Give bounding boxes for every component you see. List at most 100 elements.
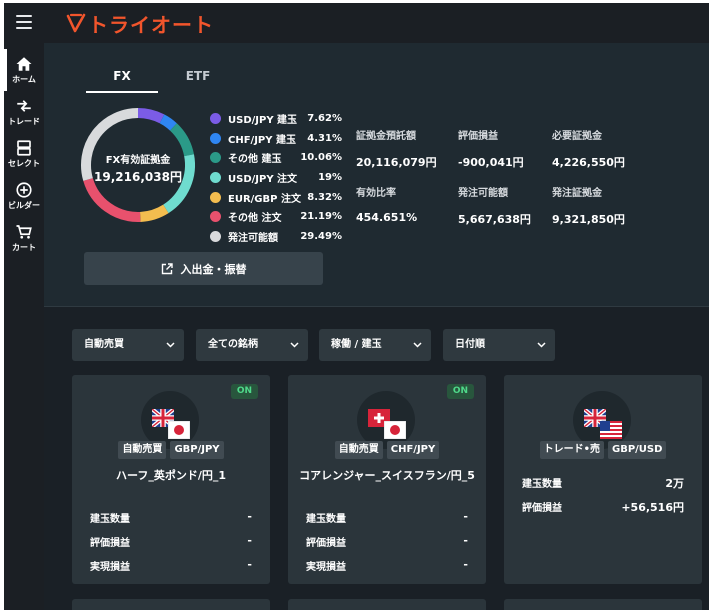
- stat-label: 有効比率: [356, 188, 396, 199]
- legend-dot: [210, 230, 221, 242]
- currency-pair-tag: GBP/JPY: [170, 441, 224, 459]
- row-value: -: [247, 534, 252, 547]
- row-value: -: [463, 510, 468, 523]
- row-value: -: [463, 558, 468, 571]
- stat-value: 4,226,550円: [552, 156, 625, 169]
- status-badge: ON: [446, 384, 474, 399]
- filter-label: 日付順: [455, 339, 485, 350]
- unrealized-pl-row: 評価損益 -: [306, 534, 468, 549]
- sidebar-item-cart[interactable]: カート: [4, 217, 44, 259]
- cart-icon: [16, 225, 32, 239]
- deposit-transfer-button[interactable]: 入出金・振替: [84, 252, 323, 285]
- legend-percent: 19%: [318, 172, 342, 184]
- legend-item: EUR/GBP 注文 8.32%: [210, 187, 342, 207]
- sidebar-item-label: ホーム: [12, 75, 36, 84]
- strategy-card[interactable]: ON 自動売買 GBP/JPY ハーフ_英ポンド/円_1 建玉数量 - 評価損益 -…: [72, 375, 270, 584]
- tab-fx[interactable]: FX: [86, 59, 158, 93]
- legend-dot: [210, 211, 221, 223]
- donut-legend: USD/JPY 建玉 7.62% CHF/JPY 建玉 4.31% その他 建玉 10…: [210, 109, 342, 246]
- row-label: 建玉数量: [522, 479, 562, 490]
- realized-pl-row: 実現損益 -: [90, 558, 252, 573]
- legend-percent: 4.31%: [307, 132, 342, 144]
- realized-pl-row: 実現損益 -: [306, 558, 468, 573]
- filter-sort[interactable]: 日付順: [443, 329, 555, 361]
- strategy-card-partial[interactable]: [288, 599, 486, 610]
- hamburger-menu-icon[interactable]: [16, 15, 32, 29]
- filter-trade-type[interactable]: 自動売買: [72, 329, 184, 361]
- plus-circle-icon: [16, 182, 32, 198]
- donut-center: FX有効証拠金 19,216,038円: [78, 151, 198, 185]
- sidebar-item-builder[interactable]: ビルダー: [4, 175, 44, 217]
- strategy-card-partial[interactable]: [72, 599, 270, 610]
- stat-label: 必要証拠金: [552, 131, 602, 142]
- chevron-down-icon: [537, 342, 546, 348]
- row-label: 建玉数量: [90, 514, 130, 525]
- trade-type-tag: トレード•売: [539, 441, 604, 459]
- legend-dot: [210, 172, 221, 184]
- donut-value: 19,216,038円: [94, 170, 182, 184]
- stat-value: 20,116,079円: [356, 156, 437, 169]
- sidebar-item-label: ビルダー: [8, 201, 40, 210]
- card-tags: 自動売買 CHF/JPY: [288, 441, 486, 459]
- japan-flag-icon: [168, 421, 190, 439]
- legend-item: CHF/JPY 建玉 4.31%: [210, 129, 342, 149]
- app-window: トライオート ホーム トレード セレクト ビルダー カート FX ETF FX有…: [4, 3, 709, 610]
- stat-deposit: 証拠金預託額 20,116,079円: [356, 127, 466, 170]
- donut-segment-1: [159, 114, 177, 131]
- japan-flag-icon: [384, 421, 406, 439]
- top-bar: トライオート: [4, 3, 709, 43]
- sidebar-item-label: セレクト: [8, 159, 40, 168]
- asset-summary-panel: FX ETF FX有効証拠金 19,216,038円 USD/JPY 建玉 7.6…: [44, 43, 709, 307]
- logo[interactable]: トライオート: [66, 11, 214, 37]
- row-label: 評価損益: [90, 538, 130, 549]
- strategy-card[interactable]: ON 自動売買 CHF/JPY コアレンジャー_スイスフラン/円_5 建玉数量 -…: [288, 375, 486, 584]
- legend-dot: [210, 113, 221, 125]
- stat-value: 9,321,850円: [552, 213, 625, 226]
- row-label: 評価損益: [306, 538, 346, 549]
- stat-label: 証拠金預託額: [356, 131, 416, 142]
- home-icon: [16, 57, 32, 71]
- trade-type-tag: 自動売買: [118, 441, 167, 459]
- legend-name: USD/JPY 建玉: [228, 115, 298, 127]
- position-qty-row: 建玉数量 -: [90, 510, 252, 525]
- row-label: 評価損益: [522, 503, 562, 514]
- donut-segment-5: [83, 177, 141, 222]
- stat-effective-ratio: 有効比率 454.651%: [356, 184, 466, 224]
- legend-name: その他 注文: [228, 213, 282, 225]
- chevron-down-icon: [290, 342, 299, 348]
- tab-etf[interactable]: ETF: [162, 59, 234, 93]
- strategy-card-partial[interactable]: [504, 599, 702, 610]
- card-tags: 自動売買 GBP/JPY: [72, 441, 270, 459]
- legend-name: その他 建玉: [228, 154, 282, 166]
- stat-required-margin: 必要証拠金 4,226,550円: [552, 127, 662, 170]
- filter-label: 全ての銘柄: [208, 339, 258, 350]
- legend-name: USD/JPY 注文: [228, 174, 298, 186]
- deposit-button-label: 入出金・振替: [180, 262, 247, 276]
- trade-arrows-icon: [17, 100, 31, 112]
- legend-name: CHF/JPY 建玉: [228, 134, 296, 146]
- filter-symbol[interactable]: 全ての銘柄: [196, 329, 308, 361]
- row-value: -: [463, 534, 468, 547]
- filter-label: 自動売買: [84, 339, 124, 350]
- legend-percent: 8.32%: [307, 191, 342, 203]
- sidebar-item-trade[interactable]: トレード: [4, 91, 44, 133]
- filter-label: 稼働 / 建玉: [331, 339, 382, 350]
- legend-percent: 7.62%: [307, 113, 342, 125]
- legend-percent: 21.19%: [300, 211, 342, 223]
- currency-pair-tag: CHF/JPY: [386, 441, 440, 459]
- filter-status[interactable]: 稼働 / 建玉: [319, 329, 431, 361]
- card-tags: トレード•売 GBP/USD: [504, 441, 702, 459]
- us-flag-icon: [600, 421, 622, 439]
- legend-item: 発注可能額 29.49%: [210, 227, 342, 247]
- trade-card[interactable]: トレード•売 GBP/USD 建玉数量 2万 評価損益 +56,516円: [504, 375, 702, 584]
- sidebar-item-select[interactable]: セレクト: [4, 133, 44, 175]
- legend-item: その他 建玉 10.06%: [210, 148, 342, 168]
- sidebar-item-label: カート: [12, 243, 36, 252]
- position-qty-row: 建玉数量 -: [306, 510, 468, 525]
- legend-percent: 29.49%: [300, 230, 342, 242]
- row-label: 建玉数量: [306, 514, 346, 525]
- strategy-title: コアレンジャー_スイスフラン/円_5: [299, 469, 475, 482]
- trade-type-tag: 自動売買: [334, 441, 383, 459]
- sidebar-item-home[interactable]: ホーム: [4, 49, 44, 91]
- logo-mark-icon: [66, 13, 86, 33]
